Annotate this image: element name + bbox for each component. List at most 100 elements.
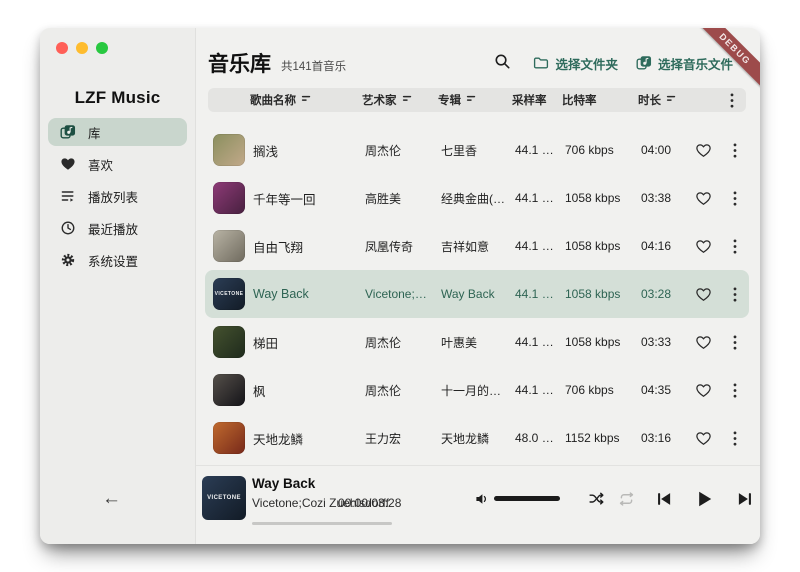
favorite-button[interactable] [693,284,714,305]
search-button[interactable] [490,51,515,75]
row-menu-button[interactable] [731,429,739,448]
song-artist: 高胜美 [365,190,441,207]
column-header-2[interactable]: 专辑 [438,92,512,108]
playback-time: 00:00/03:28 [338,496,401,510]
table-row[interactable]: 千年等一回 高胜美 经典金曲(3)如果... 44.1 kHz 1058 kbp… [205,174,749,222]
shuffle-button[interactable] [586,489,607,510]
song-title: 搁浅 [253,141,365,160]
previous-track-button[interactable] [653,488,675,510]
song-title: 枫 [253,381,365,400]
song-title: 天地龙鳞 [253,429,365,448]
choose-folder-button[interactable]: 选择文件夹 [529,52,622,75]
now-playing-title: Way Back [252,476,315,491]
sidebar-item-library[interactable]: 库 [48,118,187,146]
choose-music-files-button[interactable]: 选择音乐文件 [632,52,737,75]
song-count: 共141首音乐 [281,58,346,74]
song-list: 搁浅 周杰伦 七里香 44.1 kHz 706 kbps 04:00 千年等一回… [196,126,760,465]
column-header-5[interactable]: 时长 [638,92,682,108]
favorite-button[interactable] [693,428,714,449]
playlist-icon [60,188,76,204]
song-duration: 03:28 [641,287,685,301]
volume-slider[interactable] [494,496,560,501]
sidebar-item-label: 库 [88,123,101,142]
repeat-button[interactable] [616,489,637,510]
song-artist: 王力宏 [365,430,441,447]
sort-icon [466,93,477,107]
minimize-window-button[interactable] [76,42,88,54]
sidebar-item-label: 喜欢 [88,155,113,174]
close-window-button[interactable] [56,42,68,54]
table-row[interactable]: 枫 周杰伦 十一月的萧邦 44.1 kHz 706 kbps 04:35 [205,366,749,414]
art-label: VICETONE [207,495,241,501]
now-playing-art: VICETONE [202,476,246,520]
song-album: 十一月的萧邦 [441,382,515,399]
table-header: 歌曲名称艺术家专辑采样率比特率时长 [208,88,746,112]
favorite-button[interactable] [693,332,714,353]
sidebar-item-label: 播放列表 [88,187,138,206]
song-artist: 周杰伦 [365,334,441,351]
sidebar-item-playlists[interactable]: 播放列表 [48,182,187,210]
sidebar-nav: 库喜欢播放列表最近播放系统设置 [48,118,187,278]
sidebar-item-favorites[interactable]: 喜欢 [48,150,187,178]
favorite-button[interactable] [693,188,714,209]
column-header-0[interactable]: 歌曲名称 [250,92,362,108]
recent-icon [60,220,76,236]
row-menu-button[interactable] [731,189,739,208]
song-duration: 03:16 [641,431,685,445]
table-row[interactable]: 自由飞翔 凤凰传奇 吉祥如意 44.1 kHz 1058 kbps 04:16 [205,222,749,270]
page-title: 音乐库 [208,48,271,78]
song-bitrate: 1152 kbps [565,431,641,445]
song-title: 自由飞翔 [253,237,365,256]
row-menu-button[interactable] [731,141,739,160]
sidebar-item-recent[interactable]: 最近播放 [48,214,187,242]
favorite-button[interactable] [693,140,714,161]
song-album: Way Back [441,287,515,301]
table-row[interactable]: 天地龙鳞 王力宏 天地龙鳞 48.0 kHz 1152 kbps 03:16 [205,414,749,462]
album-art [213,134,245,166]
zoom-window-button[interactable] [96,42,108,54]
library-header: 音乐库 共141首音乐 选择文件夹 选择音乐文件 [196,28,760,84]
column-header-4: 比特率 [562,92,638,108]
next-track-button[interactable] [734,488,756,510]
table-header-menu-button[interactable] [730,93,734,108]
screen: LZF Music 库喜欢播放列表最近播放系统设置 ← 音乐库 共141首音乐 … [0,0,800,572]
album-art: VICETONE [213,278,245,310]
player-bar: VICETONE Way Back Vicetone;Cozi Zuehlsdo… [196,465,760,544]
album-art [213,230,245,262]
song-album: 经典金曲(3)如果... [441,190,515,207]
table-row[interactable]: 梯田 周杰伦 叶惠美 44.1 kHz 1058 kbps 03:33 [205,318,749,366]
song-bitrate: 1058 kbps [565,191,641,205]
progress-bar[interactable] [252,522,392,525]
row-menu-button[interactable] [731,381,739,400]
sidebar-item-label: 最近播放 [88,219,138,238]
song-title: 梯田 [253,333,365,352]
song-sample-rate: 44.1 kHz [515,335,565,349]
row-menu-button[interactable] [731,285,739,304]
volume-icon[interactable] [472,489,492,509]
favorite-button[interactable] [693,236,714,257]
back-button[interactable]: ← [102,489,121,508]
row-menu-button[interactable] [731,237,739,256]
song-album: 天地龙鳞 [441,430,515,447]
table-row[interactable]: 搁浅 周杰伦 七里香 44.1 kHz 706 kbps 04:00 [205,126,749,174]
song-title: Way Back [253,287,365,301]
song-artist: Vicetone;Cozi Zu... [365,287,441,301]
library-icon [60,124,76,140]
song-artist: 周杰伦 [365,142,441,159]
favorite-button[interactable] [693,380,714,401]
sidebar: LZF Music 库喜欢播放列表最近播放系统设置 ← [40,28,196,544]
play-button[interactable] [692,487,716,511]
music-file-icon [636,55,652,71]
column-header-1[interactable]: 艺术家 [362,92,438,108]
folder-icon [533,55,549,71]
album-art [213,374,245,406]
song-bitrate: 706 kbps [565,383,641,397]
song-artist: 周杰伦 [365,382,441,399]
table-row[interactable]: VICETONE Way Back Vicetone;Cozi Zu... Wa… [205,270,749,318]
song-duration: 04:35 [641,383,685,397]
song-duration: 03:38 [641,191,685,205]
sidebar-item-settings[interactable]: 系统设置 [48,246,187,274]
row-menu-button[interactable] [731,333,739,352]
song-duration: 03:33 [641,335,685,349]
main-area: 音乐库 共141首音乐 选择文件夹 选择音乐文件 歌曲名称艺术家专辑采样率比特率… [196,28,760,544]
